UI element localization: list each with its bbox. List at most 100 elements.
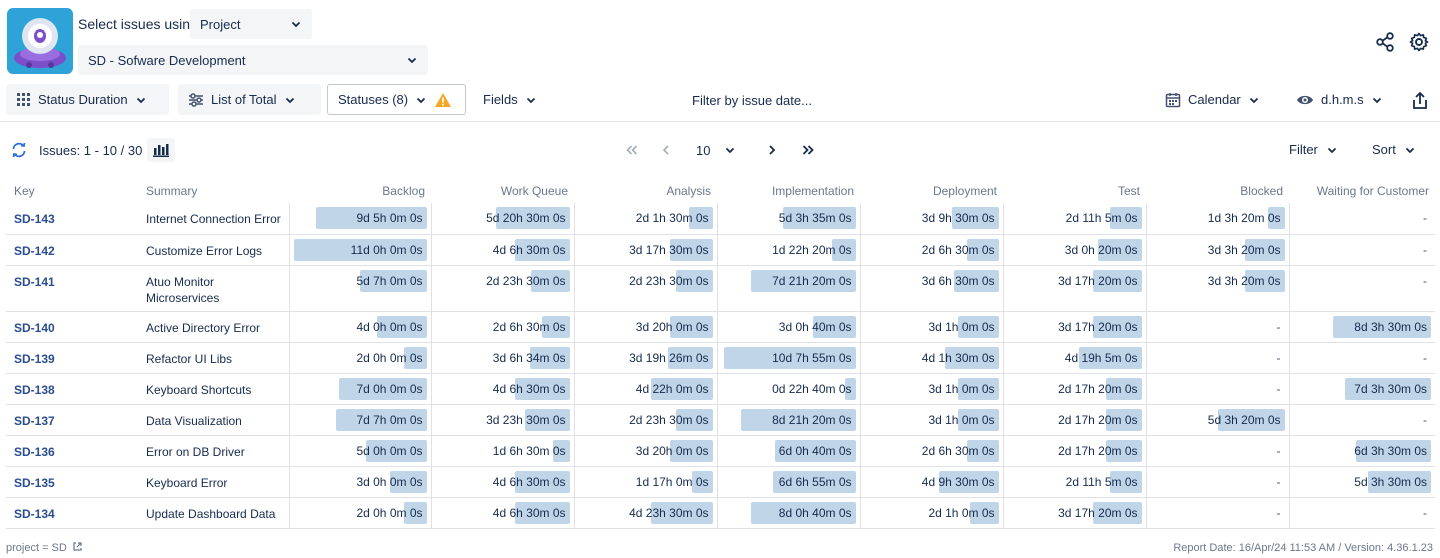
duration-cell[interactable]: 2d 11h 5m 0s	[1002, 203, 1146, 235]
duration-cell[interactable]: 5d 0h 0m 0s	[288, 435, 431, 467]
jql-query-link[interactable]: project = SD	[6, 541, 83, 554]
duration-cell[interactable]: 10d 7h 55m 0s	[716, 342, 860, 374]
duration-cell[interactable]: 3d 17h 30m 0s	[573, 234, 717, 266]
share-icon[interactable]	[1374, 31, 1396, 53]
duration-cell[interactable]: 1d 22h 20m 0s	[716, 234, 860, 266]
duration-cell[interactable]: 2d 23h 30m 0s	[573, 404, 717, 436]
filter-by-date-button[interactable]: Filter by issue date...	[692, 93, 812, 108]
duration-cell[interactable]: 2d 17h 20m 0s	[1002, 435, 1146, 467]
duration-cell[interactable]: 3d 6h 34m 0s	[430, 342, 574, 374]
duration-cell[interactable]: -	[1288, 234, 1435, 266]
statuses-button[interactable]: Statuses (8)	[327, 84, 466, 115]
column-header[interactable]: Waiting for Customer	[1289, 178, 1435, 203]
duration-cell[interactable]: 4d 1h 30m 0s	[859, 342, 1003, 374]
duration-cell[interactable]: 5d 3h 20m 0s	[1145, 404, 1289, 436]
column-header[interactable]: Test	[1003, 178, 1146, 203]
prev-page-icon[interactable]	[661, 144, 671, 156]
status-duration-button[interactable]: Status Duration	[6, 84, 169, 115]
issue-key-link[interactable]: SD-141	[6, 265, 138, 312]
duration-cell[interactable]: 3d 1h 0m 0s	[859, 404, 1003, 436]
issue-key-link[interactable]: SD-138	[6, 373, 138, 405]
duration-cell[interactable]: 6d 6h 55m 0s	[716, 466, 860, 498]
duration-cell[interactable]: 4d 6h 30m 0s	[430, 497, 574, 529]
column-header[interactable]: Work Queue	[431, 178, 574, 203]
duration-cell[interactable]: -	[1288, 404, 1435, 436]
duration-cell[interactable]: 4d 0h 0m 0s	[288, 311, 431, 343]
issue-key-link[interactable]: SD-137	[6, 404, 138, 436]
duration-cell[interactable]: 5d 3h 30m 0s	[1288, 466, 1435, 498]
duration-cell[interactable]: 7d 0h 0m 0s	[288, 373, 431, 405]
issue-key-link[interactable]: SD-139	[6, 342, 138, 374]
duration-cell[interactable]: 3d 1h 0m 0s	[859, 311, 1003, 343]
duration-cell[interactable]: 2d 6h 30m 0s	[859, 435, 1003, 467]
duration-cell[interactable]: 2d 1h 0m 0s	[859, 497, 1003, 529]
duration-cell[interactable]: -	[1145, 435, 1289, 467]
duration-cell[interactable]: 3d 0h 40m 0s	[716, 311, 860, 343]
duration-cell[interactable]: 3d 17h 20m 0s	[1002, 497, 1146, 529]
duration-cell[interactable]: 2d 6h 30m 0s	[430, 311, 574, 343]
project-dropdown[interactable]: SD - Sofware Development	[78, 45, 428, 75]
duration-cell[interactable]: 3d 17h 20m 0s	[1002, 311, 1146, 343]
duration-cell[interactable]: 3d 3h 20m 0s	[1145, 234, 1289, 266]
column-header[interactable]: Blocked	[1146, 178, 1289, 203]
duration-cell[interactable]: -	[1145, 497, 1289, 529]
duration-cell[interactable]: 4d 9h 30m 0s	[859, 466, 1003, 498]
export-icon[interactable]	[1411, 91, 1429, 111]
last-page-icon[interactable]	[801, 144, 815, 156]
duration-cell[interactable]: 5d 3h 35m 0s	[716, 203, 860, 235]
column-header[interactable]: Deployment	[860, 178, 1003, 203]
duration-cell[interactable]: 3d 20h 0m 0s	[573, 311, 717, 343]
duration-cell[interactable]: 2d 0h 0m 0s	[288, 497, 431, 529]
duration-cell[interactable]: 3d 0h 0m 0s	[288, 466, 431, 498]
time-format-button[interactable]: d.h.m.s	[1286, 84, 1394, 115]
issue-key-link[interactable]: SD-143	[6, 203, 138, 235]
issue-key-link[interactable]: SD-135	[6, 466, 138, 498]
fields-button[interactable]: Fields	[473, 84, 551, 115]
issue-key-link[interactable]: SD-134	[6, 497, 138, 529]
sort-button[interactable]: Sort	[1372, 142, 1416, 157]
duration-cell[interactable]: 2d 0h 0m 0s	[288, 342, 431, 374]
duration-cell[interactable]: 8d 3h 30m 0s	[1288, 311, 1435, 343]
duration-cell[interactable]: 4d 23h 30m 0s	[573, 497, 717, 529]
duration-cell[interactable]: 6d 0h 40m 0s	[716, 435, 860, 467]
duration-cell[interactable]: 2d 11h 5m 0s	[1002, 466, 1146, 498]
issue-key-link[interactable]: SD-142	[6, 234, 138, 266]
duration-cell[interactable]: -	[1145, 311, 1289, 343]
duration-cell[interactable]: 7d 21h 20m 0s	[716, 265, 860, 312]
duration-cell[interactable]: 4d 22h 0m 0s	[573, 373, 717, 405]
calendar-button[interactable]: Calendar	[1155, 84, 1275, 115]
page-size-dropdown[interactable]: 10	[690, 137, 750, 163]
issue-key-link[interactable]: SD-140	[6, 311, 138, 343]
duration-cell[interactable]: 3d 0h 20m 0s	[1002, 234, 1146, 266]
duration-cell[interactable]: 3d 6h 30m 0s	[859, 265, 1003, 312]
duration-cell[interactable]: 2d 1h 30m 0s	[573, 203, 717, 235]
duration-cell[interactable]: 2d 23h 30m 0s	[430, 265, 574, 312]
duration-cell[interactable]: 9d 5h 0m 0s	[288, 203, 431, 235]
column-header[interactable]: Backlog	[289, 178, 431, 203]
duration-cell[interactable]: 6d 3h 30m 0s	[1288, 435, 1435, 467]
duration-cell[interactable]: 4d 19h 5m 0s	[1002, 342, 1146, 374]
duration-cell[interactable]: 2d 17h 20m 0s	[1002, 404, 1146, 436]
filter-button[interactable]: Filter	[1289, 142, 1338, 157]
duration-cell[interactable]: 2d 17h 20m 0s	[1002, 373, 1146, 405]
duration-cell[interactable]: 3d 3h 20m 0s	[1145, 265, 1289, 312]
duration-cell[interactable]: -	[1288, 342, 1435, 374]
next-page-icon[interactable]	[767, 144, 777, 156]
duration-cell[interactable]: 5d 7h 0m 0s	[288, 265, 431, 312]
duration-cell[interactable]: -	[1288, 203, 1435, 235]
duration-cell[interactable]: -	[1145, 373, 1289, 405]
list-of-total-button[interactable]: List of Total	[178, 84, 321, 115]
first-page-icon[interactable]	[625, 144, 639, 156]
duration-cell[interactable]: 1d 3h 20m 0s	[1145, 203, 1289, 235]
duration-cell[interactable]: 3d 19h 26m 0s	[573, 342, 717, 374]
duration-cell[interactable]: -	[1288, 265, 1435, 312]
duration-cell[interactable]: 2d 6h 30m 0s	[859, 234, 1003, 266]
duration-cell[interactable]: 0d 22h 40m 0s	[716, 373, 860, 405]
duration-cell[interactable]: 1d 6h 30m 0s	[430, 435, 574, 467]
duration-cell[interactable]: 4d 6h 30m 0s	[430, 234, 574, 266]
duration-cell[interactable]: 3d 23h 30m 0s	[430, 404, 574, 436]
duration-cell[interactable]: 7d 7h 0m 0s	[288, 404, 431, 436]
refresh-icon[interactable]	[10, 141, 28, 159]
duration-cell[interactable]: 3d 20h 0m 0s	[573, 435, 717, 467]
column-header[interactable]: Key	[6, 178, 138, 203]
